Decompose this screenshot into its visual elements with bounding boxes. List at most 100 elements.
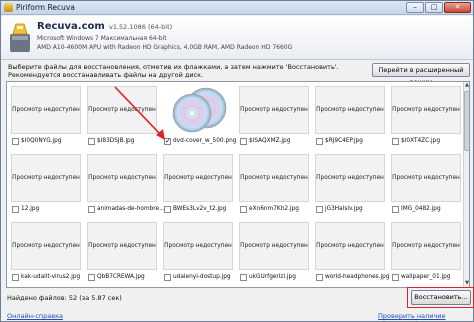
file-thumbnail[interactable]: Просмотр недоступен	[315, 86, 385, 134]
file-name: $I0Q0NYG.jpg	[21, 138, 62, 144]
file-thumbnail[interactable]: Просмотр недоступен	[391, 222, 461, 270]
file-item[interactable]: Просмотр недоступен jG3Halslv.jpg	[315, 154, 389, 220]
file-thumbnail[interactable]: Просмотр недоступен	[11, 222, 81, 270]
status-text: Найдено файлов: 52 (за 5.87 сек)	[7, 294, 122, 302]
preview-unavailable-label: Просмотр недоступен	[88, 243, 156, 249]
file-thumbnail[interactable]: Просмотр недоступен	[239, 222, 309, 270]
online-help-link[interactable]: Онлайн-справка	[7, 312, 63, 320]
file-name: BWEs3Lv2v_t2.jpg	[173, 206, 227, 212]
file-checkbox[interactable]	[164, 274, 171, 281]
file-checkbox[interactable]	[12, 274, 19, 281]
file-name: jG3Halslv.jpg	[325, 206, 363, 212]
file-checkbox[interactable]	[392, 206, 399, 213]
file-thumbnail[interactable]: Просмотр недоступен	[315, 154, 385, 202]
file-item[interactable]: Просмотр недоступен QbB7CREWA.jpg	[87, 222, 161, 287]
system-info-hardware: AMD A10-4600M APU with Radeon HD Graphic…	[37, 44, 293, 51]
file-item[interactable]: Просмотр недоступен wallpaper_01.jpg	[391, 222, 465, 287]
file-item[interactable]: Просмотр недоступен $I0Q0NYG.jpg	[11, 86, 85, 152]
file-name: $ISAQXMZ.jpg	[249, 138, 291, 144]
restore-button[interactable]: Восстановить...	[411, 290, 471, 305]
check-updates-link[interactable]: Проверить наличие обновлений...	[378, 312, 473, 322]
preview-unavailable-label: Просмотр недоступен	[392, 243, 460, 249]
vertical-scrollbar[interactable]: ▲ ▼	[463, 82, 469, 287]
annotation-arrow	[114, 86, 165, 140]
file-thumbnail[interactable]	[163, 86, 233, 134]
file-thumbnail[interactable]: Просмотр недоступен	[11, 86, 81, 134]
preview-unavailable-label: Просмотр недоступен	[392, 175, 460, 181]
preview-unavailable-label: Просмотр недоступен	[240, 107, 308, 113]
file-item[interactable]: Просмотр недоступен udalenyi-dostup.jpg	[163, 222, 237, 287]
file-thumbnail[interactable]: Просмотр недоступен	[11, 154, 81, 202]
file-name: ukGUrfgerlzl.jpg	[249, 274, 296, 280]
maximize-button[interactable]: □	[425, 2, 443, 13]
file-item[interactable]: Просмотр недоступен animadas-de-hombre...	[87, 154, 165, 220]
file-thumbnail[interactable]: Просмотр недоступен	[391, 154, 461, 202]
file-item[interactable]: ✓ dvd-cover_w_500.png	[163, 86, 237, 152]
file-item[interactable]: Просмотр недоступен IMG_0482.jpg	[391, 154, 465, 220]
file-checkbox[interactable]	[12, 206, 19, 213]
file-checkbox[interactable]	[240, 274, 247, 281]
scroll-down-icon[interactable]: ▼	[464, 280, 469, 287]
file-checkbox[interactable]	[88, 274, 95, 281]
preview-unavailable-label: Просмотр недоступен	[12, 243, 80, 249]
recuva-app-icon	[4, 3, 13, 12]
file-thumbnail[interactable]: Просмотр недоступен	[87, 222, 157, 270]
recuva-window: Piriform Recuva – □ ✕ Recuva.com v1.52.1…	[0, 0, 474, 322]
file-thumbnail-grid[interactable]: Просмотр недоступен $I0Q0NYG.jpg Просмотр …	[6, 81, 470, 288]
file-checkbox[interactable]	[12, 138, 19, 145]
file-name: udalenyi-dostup.jpg	[173, 274, 231, 280]
file-name: $I0XT4ZC.jpg	[401, 138, 441, 144]
file-thumbnail[interactable]: Просмотр недоступен	[239, 86, 309, 134]
file-thumbnail[interactable]: Просмотр недоступен	[239, 154, 309, 202]
preview-unavailable-label: Просмотр недоступен	[240, 243, 308, 249]
file-item[interactable]: Просмотр недоступен world-headphones.jpg	[315, 222, 390, 287]
app-header: Recuva.com v1.52.1086 (64-bit) Microsoft…	[1, 16, 473, 60]
file-name: animadas-de-hombre...	[97, 206, 165, 212]
file-item[interactable]: Просмотр недоступен eXn6nm7Kh2.jpg	[239, 154, 313, 220]
preview-unavailable-label: Просмотр недоступен	[88, 175, 156, 181]
file-checkbox[interactable]	[392, 274, 399, 281]
preview-unavailable-label: Просмотр недоступен	[316, 107, 384, 113]
scroll-up-icon[interactable]: ▲	[464, 82, 469, 89]
close-button[interactable]: ✕	[444, 2, 471, 13]
dvd-disc-image	[172, 87, 227, 133]
recommendation-text: Рекомендуется восстанавливать файлы на д…	[8, 71, 204, 79]
file-name: kak-udalit-virus2.jpg	[21, 274, 81, 280]
file-name: QbB7CREWA.jpg	[97, 274, 145, 280]
file-thumbnail[interactable]: Просмотр недоступен	[163, 154, 233, 202]
recuva-logo-icon	[10, 23, 30, 52]
preview-unavailable-label: Просмотр недоступен	[164, 175, 232, 181]
file-checkbox[interactable]	[240, 206, 247, 213]
file-checkbox[interactable]	[240, 138, 247, 145]
preview-unavailable-label: Просмотр недоступен	[12, 175, 80, 181]
file-item[interactable]: Просмотр недоступен 12.jpg	[11, 154, 85, 220]
file-item[interactable]: Просмотр недоступен $ISAQXMZ.jpg	[239, 86, 313, 152]
file-item[interactable]: Просмотр недоступен $I0XT4ZC.jpg	[391, 86, 465, 152]
minimize-button[interactable]: –	[406, 2, 424, 13]
file-item[interactable]: Просмотр недоступен BWEs3Lv2v_t2.jpg	[163, 154, 237, 220]
preview-unavailable-label: Просмотр недоступен	[240, 175, 308, 181]
file-item[interactable]: Просмотр недоступен ukGUrfgerlzl.jpg	[239, 222, 313, 287]
scrollbar-thumb[interactable]	[464, 91, 469, 151]
file-thumbnail[interactable]: Просмотр недоступен	[163, 222, 233, 270]
file-item[interactable]: Просмотр недоступен $RJ9C4EP.jpg	[315, 86, 389, 152]
file-item[interactable]: Просмотр недоступен kak-udalit-virus2.jpg	[11, 222, 85, 287]
file-name: dvd-cover_w_500.png	[173, 138, 237, 144]
file-name: $RJ9C4EP.jpg	[325, 138, 363, 144]
file-thumbnail[interactable]: Просмотр недоступен	[391, 86, 461, 134]
preview-unavailable-label: Просмотр недоступен	[392, 107, 460, 113]
file-checkbox[interactable]	[88, 138, 95, 145]
file-checkbox[interactable]	[88, 206, 95, 213]
file-checkbox[interactable]	[316, 138, 323, 145]
file-checkbox[interactable]	[164, 206, 171, 213]
file-name: IMG_0482.jpg	[401, 206, 441, 212]
advanced-mode-button[interactable]: Перейти в расширенный режим	[372, 63, 470, 86]
file-name: 12.jpg	[21, 206, 40, 212]
file-checkbox[interactable]	[392, 138, 399, 145]
file-thumbnail[interactable]: Просмотр недоступен	[315, 222, 385, 270]
file-checkbox[interactable]	[316, 206, 323, 213]
file-thumbnail[interactable]: Просмотр недоступен	[87, 154, 157, 202]
file-checkbox[interactable]	[316, 274, 323, 281]
app-name-text: Recuva	[37, 21, 78, 32]
file-name: wallpaper_01.jpg	[401, 274, 451, 280]
